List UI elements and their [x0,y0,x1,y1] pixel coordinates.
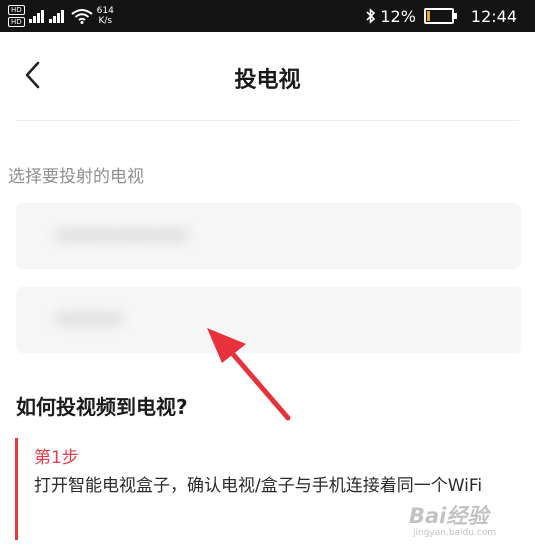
baidu-watermark: Bai经验 jingyan.baidu.com [409,498,521,542]
hd-badge: HD [8,17,25,27]
device-item[interactable]: ••••••• [16,287,521,353]
battery-percent: 12% [380,6,416,26]
device-name: •••••••••••••• [56,226,189,245]
nav-divider [16,120,519,121]
status-bar-right: 12% 12:44 [366,2,517,30]
signal-icon [28,9,45,23]
clock: 12:44 [470,6,517,26]
network-speed: 614 K/s [97,6,114,26]
signal-icon [48,9,65,23]
watermark-text: Bai经验 [409,504,489,528]
step-label: 第1步 [34,448,79,468]
device-name: ••••••• [56,310,123,329]
bluetooth-icon [366,8,376,24]
step-accent-bar [15,438,18,540]
device-item[interactable]: •••••••••••••• [16,203,521,269]
hd-badge: HD [8,5,25,15]
speed-value: 614 [96,6,114,16]
status-bar: HD HD 614 K/s 12% 12:44 [0,0,535,32]
nav-bar: 投电视 [0,32,535,120]
device-list-label: 选择要投射的电视 [8,167,144,187]
battery-icon [423,8,457,24]
step-text: 打开智能电视盒子，确认电视/盒子与手机连接着同一个WiFi [34,476,483,496]
wifi-icon [71,9,93,24]
status-bar-left: HD HD 614 K/s [8,2,114,30]
howto-title: 如何投视频到电视? [16,395,188,419]
battery-level-fill [426,11,430,21]
speed-unit: K/s [98,16,113,26]
page-title: 投电视 [234,68,301,93]
hd-indicators: HD HD [8,4,25,28]
watermark-sub: jingyan.baidu.com [413,528,497,538]
